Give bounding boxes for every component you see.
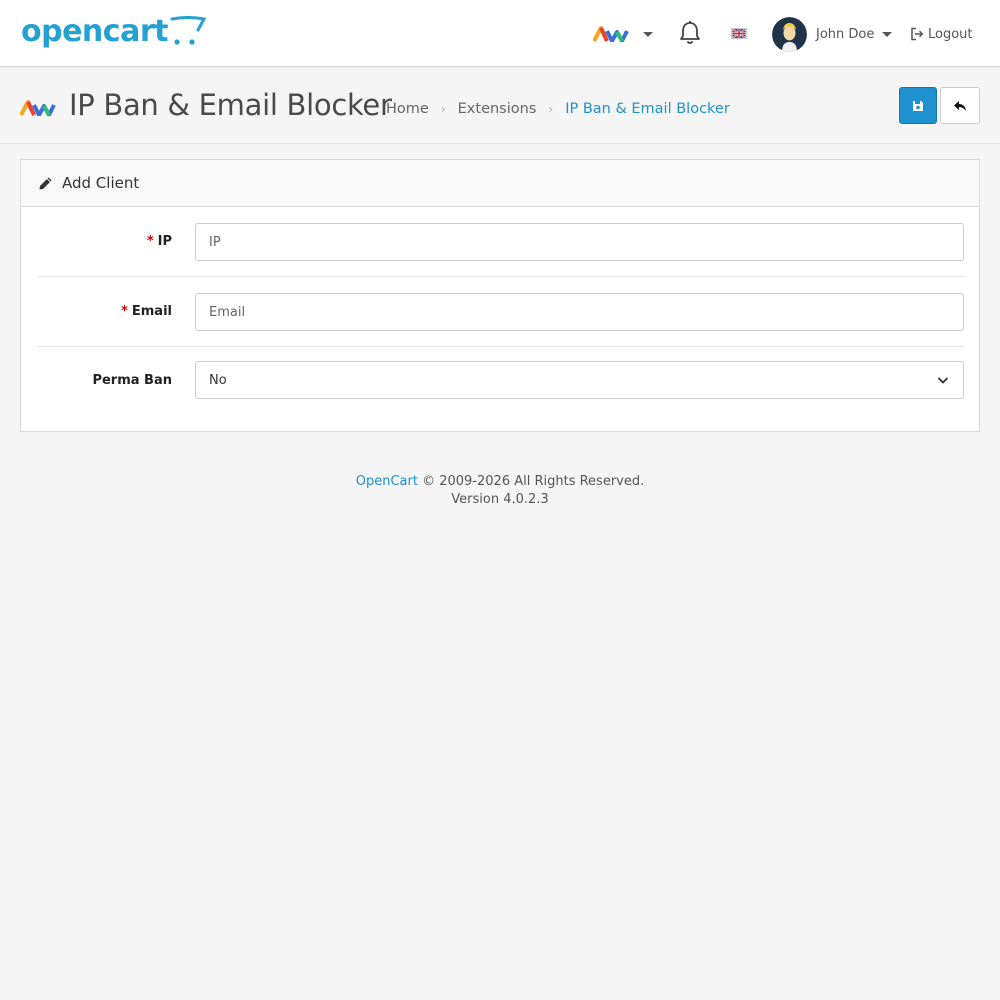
breadcrumb: Home › Extensions › IP Ban & Email Block… (386, 101, 730, 117)
cart-logo-icon (170, 16, 206, 45)
page-header: IP Ban & Email Blocker Home › Extensions… (0, 67, 1000, 144)
back-button[interactable] (940, 87, 980, 124)
version-text: Version 4.0.2.3 (451, 492, 549, 507)
floppy-disk-icon (913, 100, 923, 111)
email-input[interactable] (195, 293, 964, 331)
perma-ban-value: No (209, 372, 227, 388)
ip-input[interactable] (195, 223, 964, 261)
perma-ban-form-row: Perma Ban No (37, 346, 964, 416)
aw-logo-icon (20, 100, 56, 116)
email-form-row: * Email (37, 277, 964, 347)
sign-out-icon (911, 27, 924, 41)
add-client-card: Add Client *IP *Email Perma Ban No (20, 159, 980, 432)
page-title: IP Ban & Email Blocker (69, 88, 392, 122)
logo-text: opencart (21, 14, 168, 49)
chevron-right-icon: › (440, 102, 446, 116)
chevron-down-icon (643, 31, 653, 37)
ip-label: * IP (146, 234, 172, 249)
avatar (772, 16, 807, 52)
opencart-logo[interactable]: opencart (21, 14, 206, 54)
required-mark: * (121, 304, 128, 319)
chevron-down-icon (937, 377, 949, 384)
pencil-icon (39, 177, 52, 189)
user-menu-dropdown[interactable]: John Doe (772, 16, 893, 52)
breadcrumb-extensions[interactable]: Extensions (458, 101, 537, 117)
logout-link[interactable]: Logout (910, 24, 973, 44)
logout-label: Logout (928, 26, 973, 42)
perma-ban-label: Perma Ban (92, 373, 172, 388)
breadcrumb-current[interactable]: IP Ban & Email Blocker (565, 101, 730, 117)
card-header: Add Client (21, 160, 979, 207)
footer: OpenCart © 2009-2026 All Rights Reserved… (0, 473, 1000, 509)
bell-icon[interactable] (678, 20, 702, 46)
perma-ban-select[interactable]: No (195, 361, 964, 399)
save-button[interactable] (899, 87, 937, 124)
aw-logo-icon (593, 26, 629, 42)
email-label: * Email (121, 304, 172, 319)
chevron-down-icon (882, 31, 893, 37)
aw-menu-dropdown[interactable] (593, 22, 653, 46)
ip-form-row: * IP (37, 207, 964, 277)
opencart-link[interactable]: OpenCart (356, 474, 418, 489)
top-header: opencart John Doe Logout (0, 0, 1000, 67)
footer-copyright-line: OpenCart © 2009-2026 All Rights Reserved… (0, 473, 1000, 491)
card-title: Add Client (62, 174, 140, 192)
reply-icon (954, 100, 966, 111)
uk-flag-icon[interactable] (731, 28, 747, 39)
user-name: John Doe (816, 26, 875, 42)
chevron-right-icon: › (548, 102, 554, 116)
copyright-text: © 2009-2026 All Rights Reserved. (422, 474, 645, 489)
breadcrumb-home[interactable]: Home (386, 101, 429, 117)
required-mark: * (146, 234, 154, 249)
